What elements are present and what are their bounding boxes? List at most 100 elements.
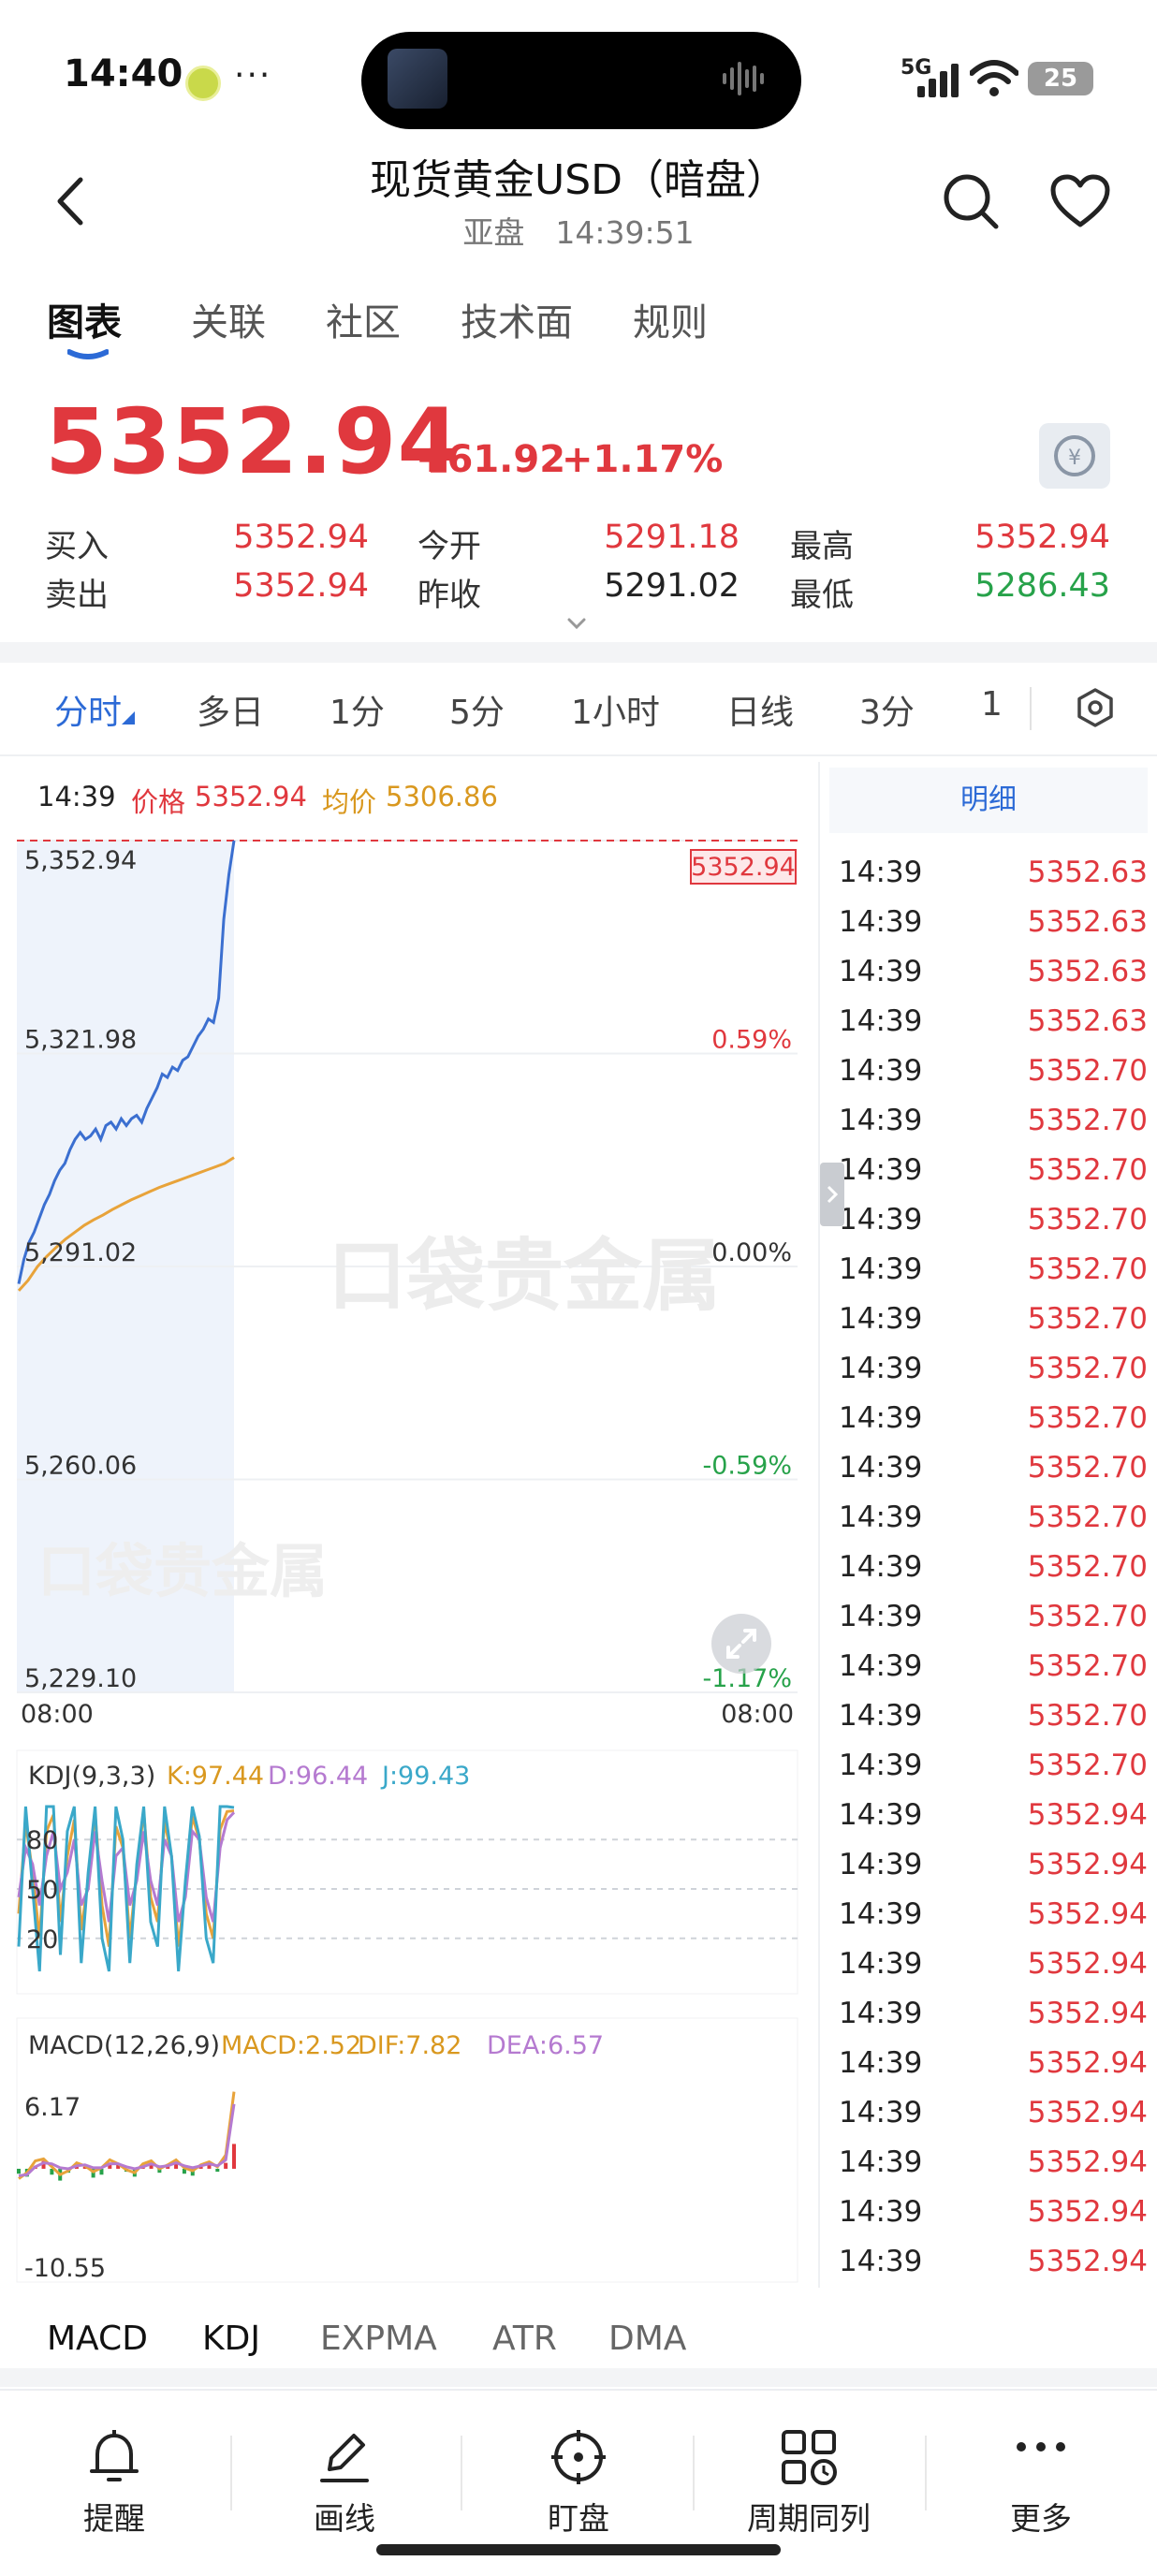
- section-divider: [0, 2368, 1157, 2387]
- detail-row: 14:39 5352.70: [839, 1302, 1148, 1352]
- detail-time: 14:39: [839, 1500, 923, 1534]
- macd-bar: [215, 2168, 220, 2173]
- prev-close-label: 昨收: [417, 577, 481, 614]
- price-change-pct: +1.17%: [562, 438, 724, 481]
- y-tick-pct-label: 0.59%: [711, 1026, 792, 1055]
- x-tick-label: 08:00: [721, 1700, 794, 1729]
- detail-time: 14:39: [839, 1600, 923, 1633]
- macd-legend-label: DEA:6.57: [487, 2031, 604, 2060]
- macd-bar: [17, 2168, 21, 2174]
- detail-row: 14:39 5352.94: [839, 1798, 1148, 1848]
- detail-price: 5352.70: [1027, 1153, 1148, 1187]
- macd-bar: [224, 2162, 228, 2169]
- bell-icon: [90, 2430, 139, 2481]
- detail-row: 14:39 5352.70: [839, 1649, 1148, 1699]
- detail-row: 14:39 5352.63: [839, 1004, 1148, 1054]
- detail-price: 5352.94: [1027, 2245, 1148, 2278]
- nav-watch[interactable]: [504, 2428, 653, 2490]
- period-tab-more[interactable]: 1: [981, 685, 1003, 724]
- sell-value: 5352.94: [233, 567, 369, 605]
- kdj-legend-label: K:97.44: [167, 1762, 264, 1791]
- nav-alert[interactable]: [39, 2428, 189, 2490]
- detail-row: 14:39 5352.70: [839, 1203, 1148, 1252]
- home-indicator[interactable]: [376, 2544, 781, 2555]
- tab-chart[interactable]: 图表: [47, 292, 122, 346]
- intraday-charts[interactable]: 口袋贵金属 口袋贵金属 5,352.941.17%5,321.980.59%5,…: [0, 824, 816, 2284]
- section-divider: [0, 642, 1157, 663]
- detail-price: 5352.70: [1027, 1352, 1148, 1385]
- tab-community[interactable]: 社区: [326, 292, 401, 346]
- detail-row: 14:39 5352.70: [839, 1352, 1148, 1401]
- watermark-logo: 口袋贵金属: [328, 1230, 721, 1322]
- avg-value: 5306.86: [386, 781, 498, 812]
- detail-row: 14:39 5352.63: [839, 856, 1148, 905]
- detail-price: 5352.94: [1027, 1997, 1148, 2030]
- tab-divider: [1030, 687, 1032, 730]
- detail-row: 14:39 5352.94: [839, 1848, 1148, 1897]
- nav-divider: [230, 2436, 232, 2510]
- detail-row: 14:39 5352.94: [839, 2046, 1148, 2096]
- trade-detail-panel[interactable]: 明细 14:39 5352.63 14:39 5352.63 14:39 5352.63 1…: [818, 762, 1157, 2288]
- period-tab-5min[interactable]: 5分: [449, 685, 505, 734]
- detail-price: 5352.63: [1027, 955, 1148, 988]
- panel-toggle-handle[interactable]: [820, 1163, 844, 1226]
- grid-clock-icon: [782, 2430, 837, 2485]
- settings-hexagon-icon[interactable]: [1075, 687, 1116, 728]
- indicator-tab-kdj[interactable]: KDJ: [202, 2320, 260, 2358]
- detail-price: 5352.70: [1027, 1401, 1148, 1435]
- audio-wave-icon: [723, 62, 764, 95]
- kdj-tick-label: 80: [26, 1826, 58, 1855]
- open-value: 5291.18: [604, 519, 740, 556]
- nav-divider: [925, 2436, 927, 2510]
- y-tick-pct-label: -0.59%: [702, 1452, 792, 1481]
- detail-price: 5352.94: [1027, 1798, 1148, 1832]
- price-value: 5352.94: [195, 781, 307, 812]
- tab-related[interactable]: 关联: [191, 292, 266, 346]
- x-tick-label: 08:00: [21, 1700, 94, 1729]
- period-tab-1hour[interactable]: 1小时: [571, 685, 660, 734]
- detail-price: 5352.70: [1027, 1054, 1148, 1088]
- wifi-icon: [970, 60, 1018, 96]
- chevron-down-icon[interactable]: [567, 618, 586, 629]
- media-thumbnail: [388, 49, 447, 109]
- tab-technical[interactable]: 技术面: [461, 292, 573, 346]
- price-label: 价格: [131, 786, 186, 818]
- detail-price: 5352.70: [1027, 1699, 1148, 1733]
- more-dots-icon: [1017, 2442, 1065, 2452]
- period-tab-daily[interactable]: 日线: [726, 685, 794, 734]
- macd-bar: [232, 2144, 236, 2169]
- detail-time: 14:39: [839, 1302, 923, 1336]
- detail-header[interactable]: 明细: [829, 768, 1148, 833]
- fullscreen-button[interactable]: [711, 1614, 771, 1674]
- detail-price: 5352.70: [1027, 1550, 1148, 1584]
- indicator-tab-dma[interactable]: DMA: [608, 2320, 686, 2358]
- y-tick-label: 5,229.10: [24, 1664, 137, 1693]
- detail-row: 14:39 5352.94: [839, 2195, 1148, 2245]
- y-tick-label: 5,352.94: [24, 846, 137, 875]
- macd-legend-label: MACD(12,26,9): [28, 2031, 220, 2060]
- y-tick-pct-label: 0.00%: [711, 1238, 792, 1267]
- status-more: ···: [234, 56, 272, 95]
- detail-row: 14:39 5352.70: [839, 1600, 1148, 1649]
- search-icon[interactable]: [942, 172, 1000, 230]
- calculator-icon[interactable]: ¥: [1039, 423, 1110, 489]
- detail-price: 5352.70: [1027, 1104, 1148, 1137]
- period-tab-3min[interactable]: 3分: [859, 685, 915, 734]
- indicator-tab-expma[interactable]: EXPMA: [320, 2320, 437, 2358]
- nav-period-compare[interactable]: [734, 2428, 884, 2490]
- period-tab-multiday[interactable]: 多日: [197, 685, 264, 734]
- period-tab-intraday[interactable]: 分时: [54, 685, 122, 734]
- period-tab-1min[interactable]: 1分: [330, 685, 385, 734]
- detail-row: 14:39 5352.63: [839, 905, 1148, 955]
- nav-more[interactable]: [966, 2428, 1116, 2490]
- tab-rules[interactable]: 规则: [633, 292, 708, 346]
- nav-draw[interactable]: [270, 2428, 419, 2490]
- detail-time: 14:39: [839, 1153, 923, 1187]
- indicator-tab-atr[interactable]: ATR: [492, 2320, 557, 2358]
- detail-time: 14:39: [839, 856, 923, 889]
- detail-row: 14:39 5352.70: [839, 1104, 1148, 1153]
- detail-time: 14:39: [839, 2096, 923, 2130]
- indicator-tab-macd[interactable]: MACD: [47, 2320, 148, 2358]
- detail-time: 14:39: [839, 1550, 923, 1584]
- heart-icon[interactable]: [1050, 174, 1110, 228]
